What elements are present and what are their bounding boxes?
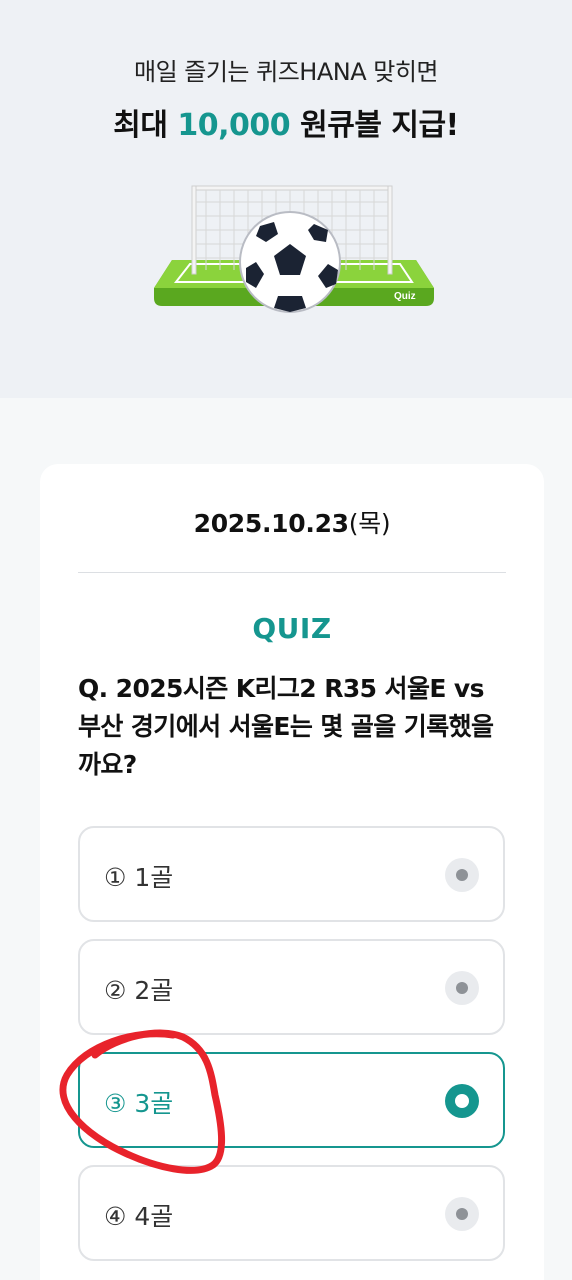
quiz-weekday: (목) [348,509,391,538]
soccer-goal-illustration: Quiz [154,185,434,313]
radio-button[interactable] [445,858,479,892]
radio-button[interactable] [445,971,479,1005]
quiz-question: Q. 2025시즌 K리그2 R35 서울E vs 부산 경기에서 서울E는 몇… [78,674,494,779]
hero-banner: 매일 즐기는 퀴즈HANA 맞히면 최대 10,000 원큐볼 지급! Quiz [0,0,572,398]
illustration-label: Quiz [394,291,416,302]
quiz-date-value: 2025.10.23 [193,509,349,538]
answer-option-3[interactable]: ③ 3골 [78,1052,505,1148]
hero-title-amount: 10,000 [177,108,291,143]
quiz-card: 2025.10.23(목) QUIZ Q. 2025시즌 K리그2 R35 서울… [40,464,544,1280]
answer-option-4[interactable]: ④ 4골 [78,1165,505,1261]
answer-option-label: ③ 3골 [104,1089,174,1118]
hero-subtitle: 매일 즐기는 퀴즈HANA 맞히면 [133,58,439,86]
hero-title-suffix: 원큐볼 지급! [290,108,459,143]
quiz-date: 2025.10.23(목) [40,504,544,540]
quiz-label: QUIZ [252,612,332,645]
radio-button-selected[interactable] [445,1084,479,1118]
divider [78,572,506,573]
radio-dot-icon [456,1208,468,1220]
radio-dot-icon [455,1094,469,1108]
radio-button[interactable] [445,1197,479,1231]
answer-option-label: ② 2골 [104,976,174,1005]
answer-option-1[interactable]: ① 1골 [78,826,505,922]
answer-option-2[interactable]: ② 2골 [78,939,505,1035]
answer-option-label: ④ 4골 [104,1202,174,1231]
radio-dot-icon [456,982,468,994]
radio-dot-icon [456,869,468,881]
hero-title-prefix: 최대 [113,108,178,143]
answer-option-label: ① 1골 [104,863,174,892]
hero-title: 최대 10,000 원큐볼 지급! [0,100,572,144]
